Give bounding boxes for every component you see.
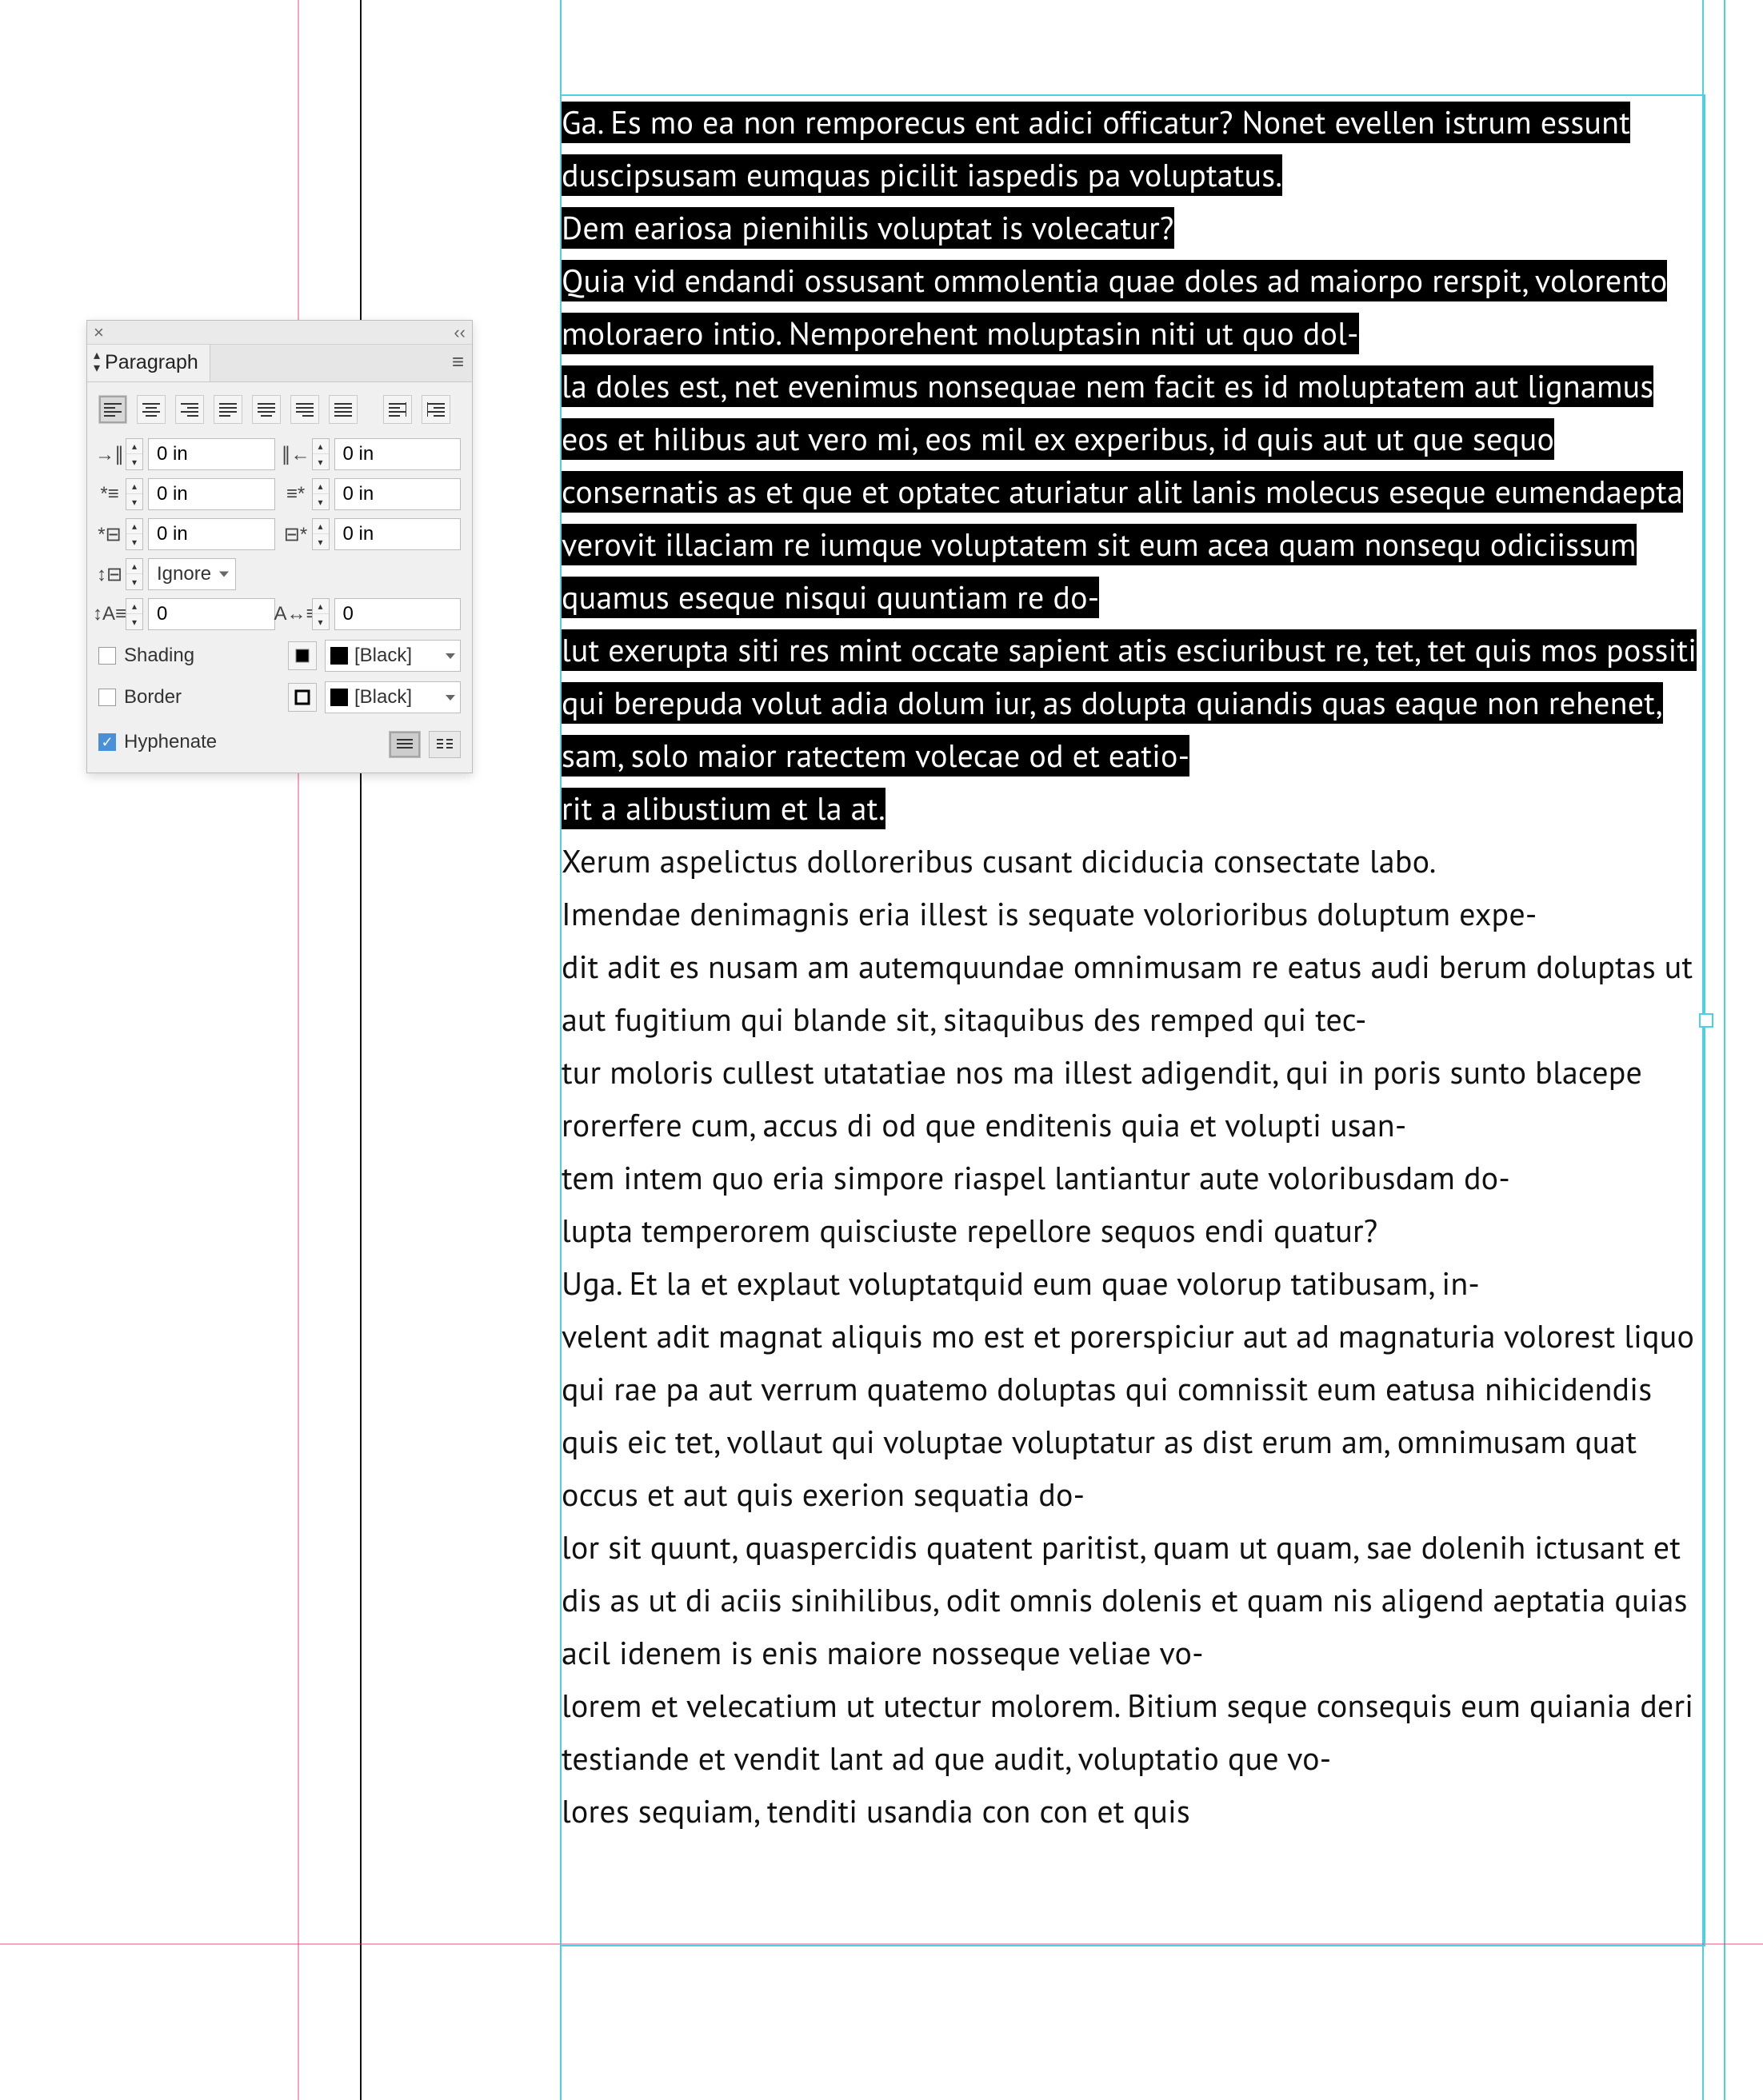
right-indent-spinner[interactable]: ▴▾ — [312, 438, 330, 470]
first-line-indent-spinner[interactable]: ▴▾ — [126, 478, 143, 510]
shading-label: Shading — [124, 645, 194, 667]
single-column-button[interactable] — [389, 731, 421, 758]
span-columns-button[interactable] — [429, 731, 461, 758]
body-text-8[interactable]: velent adit magnat aliquis mo est et por… — [562, 1315, 1694, 1515]
close-icon[interactable]: × — [94, 322, 104, 343]
last-line-indent-icon: ≡* — [285, 483, 307, 505]
justify-right-button[interactable] — [290, 395, 319, 424]
dropcap-lines-spinner[interactable]: ▴▾ — [126, 598, 143, 630]
panel-body: →∥ ▴▾ ∥← ▴▾ *≡ ▴▾ ≡* ▴▾ — [87, 382, 472, 773]
dropcap-chars-icon: A↔≡ — [285, 603, 307, 625]
body-text-11[interactable]: lores sequiam, tenditi usandia con con e… — [562, 1791, 1190, 1832]
frame-outport-handle[interactable] — [1699, 1013, 1713, 1028]
first-line-indent-icon: *≡ — [98, 483, 121, 505]
dropcap-lines-icon: ↕A≡ — [98, 603, 121, 625]
left-indent-icon: →∥ — [98, 443, 121, 465]
hyphenate-row: Hyphenate — [98, 726, 461, 758]
align-away-spine-button[interactable] — [422, 395, 450, 424]
body-text-3[interactable]: dit adit es nusam am autemquundae omnimu… — [562, 946, 1693, 1040]
space-before-spinner[interactable]: ▴▾ — [126, 518, 143, 550]
space-between-spinner[interactable]: ▴▾ — [126, 558, 143, 590]
justify-full-button[interactable] — [329, 395, 358, 424]
panel-titlebar[interactable]: × ‹‹ — [87, 321, 472, 345]
dropcap-chars-spinner[interactable]: ▴▾ — [312, 598, 330, 630]
body-text-5[interactable]: tem intem quo eria simpore riaspel lanti… — [562, 1157, 1510, 1199]
space-between-row: ↕⊟ ▴▾ Ignore — [98, 558, 461, 590]
panel-menu-icon[interactable]: ≡ — [444, 345, 472, 381]
text-frame[interactable]: Ga. Es mo ea non remporecus ent adici of… — [562, 96, 1704, 1945]
border-color-dropdown[interactable]: [Black] — [325, 681, 461, 713]
margin-guide — [298, 0, 299, 2100]
space-before-input[interactable] — [148, 518, 275, 550]
align-right-button[interactable] — [175, 395, 204, 424]
indent-row-1: →∥ ▴▾ ∥← ▴▾ — [98, 438, 461, 470]
span-columns-buttons — [389, 731, 461, 758]
story-text[interactable]: Ga. Es mo ea non remporecus ent adici of… — [562, 96, 1704, 1838]
shading-fill-toggle[interactable] — [288, 641, 317, 670]
chevron-down-icon — [446, 695, 455, 701]
hyphenate-label: Hyphenate — [124, 731, 217, 753]
first-line-indent-input[interactable] — [148, 478, 275, 510]
left-indent-input[interactable] — [148, 438, 275, 470]
dropcap-chars-input[interactable] — [334, 598, 462, 630]
space-row: *⊟ ▴▾ ⊟* ▴▾ — [98, 518, 461, 550]
selected-text-2[interactable]: Dem eariosa pienihilis voluptat is volec… — [562, 207, 1174, 249]
justify-center-button[interactable] — [252, 395, 281, 424]
chevron-down-icon — [446, 653, 455, 659]
left-indent-spinner[interactable]: ▴▾ — [126, 438, 143, 470]
body-text-9[interactable]: lor sit quunt, quaspercidis quatent pari… — [562, 1527, 1688, 1674]
alignment-row — [98, 395, 461, 424]
dropcap-lines-input[interactable] — [148, 598, 275, 630]
panel-tabs: ▴▾ Paragraph ≡ — [87, 345, 472, 382]
right-indent-icon: ∥← — [285, 443, 307, 465]
body-text-6[interactable]: lupta temperorem quisciuste repellore se… — [562, 1210, 1377, 1252]
align-towards-spine-button[interactable] — [383, 395, 412, 424]
selected-text-1[interactable]: Ga. Es mo ea non remporecus ent adici of… — [562, 102, 1630, 196]
selected-text-6[interactable]: rit a alibustium et la at. — [562, 788, 885, 829]
align-left-button[interactable] — [98, 395, 127, 424]
page-edge — [360, 0, 362, 2100]
right-indent-input[interactable] — [334, 438, 462, 470]
indent-row-2: *≡ ▴▾ ≡* ▴▾ — [98, 478, 461, 510]
border-color-name: [Black] — [354, 686, 412, 709]
space-after-input[interactable] — [334, 518, 462, 550]
last-line-indent-spinner[interactable]: ▴▾ — [312, 478, 330, 510]
justify-left-button[interactable] — [214, 395, 242, 424]
space-after-icon: ⊟* — [285, 523, 307, 545]
dropcap-row: ↕A≡ ▴▾ A↔≡ ▴▾ — [98, 598, 461, 630]
guide-column-right — [1724, 0, 1725, 2100]
border-checkbox[interactable] — [98, 689, 116, 706]
selected-text-4[interactable]: la doles est, net evenimus nonsequae nem… — [562, 365, 1683, 618]
hyphenate-checkbox[interactable] — [98, 733, 116, 751]
border-stroke-toggle[interactable] — [288, 683, 317, 712]
align-center-button[interactable] — [137, 395, 166, 424]
paragraph-panel[interactable]: × ‹‹ ▴▾ Paragraph ≡ — [86, 320, 473, 773]
body-text-4[interactable]: tur moloris cullest utatatiae nos ma ill… — [562, 1052, 1642, 1146]
selected-text-3[interactable]: Quia vid endandi ossusant ommolentia qua… — [562, 260, 1667, 354]
body-text-1[interactable]: Xerum aspelictus dolloreribus cusant dic… — [562, 840, 1437, 882]
swatch-black-icon — [330, 689, 348, 706]
border-label: Border — [124, 686, 182, 709]
tab-label: Paragraph — [105, 351, 198, 374]
shading-color-name: [Black] — [354, 645, 412, 667]
shading-color-dropdown[interactable]: [Black] — [325, 640, 461, 672]
space-between-dropdown[interactable]: Ignore — [148, 558, 236, 590]
body-text-2[interactable]: Imendae denimagnis eria illest is sequat… — [562, 893, 1537, 935]
body-text-10[interactable]: lorem et velecatium ut utectur molorem. … — [562, 1685, 1693, 1779]
body-text-7[interactable]: Uga. Et la et explaut voluptatquid eum q… — [562, 1263, 1480, 1304]
space-between-value: Ignore — [157, 563, 211, 585]
swatch-black-icon — [330, 647, 348, 665]
space-before-icon: *⊟ — [98, 523, 121, 545]
shading-checkbox[interactable] — [98, 647, 116, 665]
space-after-spinner[interactable]: ▴▾ — [312, 518, 330, 550]
collapse-icon[interactable]: ‹‹ — [454, 322, 466, 343]
selected-text-5[interactable]: lut exerupta siti res mint occate sapien… — [562, 629, 1697, 777]
space-between-icon: ↕⊟ — [98, 563, 121, 585]
tab-paragraph[interactable]: ▴▾ Paragraph — [87, 345, 210, 381]
cycle-icon[interactable]: ▴▾ — [94, 349, 100, 375]
border-row: Border [Black] — [98, 681, 461, 713]
shading-row: Shading [Black] — [98, 640, 461, 672]
last-line-indent-input[interactable] — [334, 478, 462, 510]
